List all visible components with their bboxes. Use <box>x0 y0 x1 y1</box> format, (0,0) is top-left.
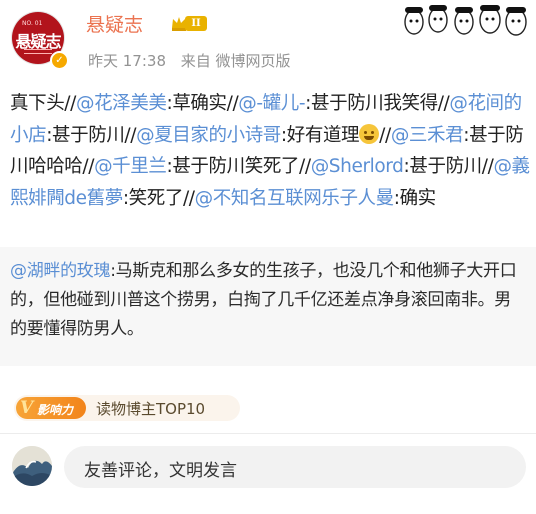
post-time: 昨天 17:38 <box>88 52 166 70</box>
author-name[interactable]: 悬疑志 <box>86 10 143 37</box>
influence-pill-text: 影响力 <box>37 403 74 417</box>
mention-link[interactable]: @夏目家的小诗哥 <box>136 125 281 146</box>
avatar-issue-text: NO. 01 <box>22 20 43 27</box>
post-text-segment: :好有道理 <box>280 124 360 146</box>
post-text-segment: :笑死了// <box>122 187 195 209</box>
post-text-segment: :甚于防川笑死了// <box>166 156 311 177</box>
post-header: NO. 01 悬疑志 ✓ 悬疑志 II 昨天 17:38 来自 微博网页版 <box>0 0 536 86</box>
post-source: 来自 微博网页版 <box>180 52 291 70</box>
comment-placeholder: 友善评论，文明发言 <box>84 461 237 481</box>
post-text-segment: :草确实// <box>166 93 239 114</box>
post-text-segment: :确实 <box>393 187 436 209</box>
post-text-segment: :甚于防川我笑得// <box>305 93 450 114</box>
post-text-segment: :甚于防川// <box>46 124 137 146</box>
divider <box>0 433 536 434</box>
mention-link[interactable]: @-罐儿- <box>238 93 305 114</box>
mention-link[interactable]: @花泽美美 <box>76 93 167 114</box>
laughing-tears-emoji-icon <box>359 123 380 144</box>
vip-level-badge[interactable]: II <box>170 12 212 34</box>
vip-level-text: II <box>185 16 207 31</box>
influence-v-icon: V <box>20 398 34 418</box>
post-text-segment: 真下头// <box>10 93 76 114</box>
post-content: 真下头//@花泽美美:草确实//@-罐儿-:甚于防川我笑得//@花间的小店:甚于… <box>10 88 530 214</box>
repost-mention[interactable]: @湖畔的玫瑰 <box>10 261 111 281</box>
mention-link[interactable]: @不知名互联网乐子人曼 <box>195 188 395 209</box>
repost-block[interactable]: @湖畔的玫瑰:马斯克和那么多女的生孩子，也没几个和他狮子大开口的，但他碰到川普这… <box>0 247 536 366</box>
verified-badge-icon: ✓ <box>50 51 69 70</box>
influence-label: 读物博主TOP10 <box>96 400 206 418</box>
post-meta: 昨天 17:38 来自 微博网页版 <box>88 50 301 71</box>
influence-pill: V 影响力 <box>16 397 86 419</box>
mention-link[interactable]: @千里兰 <box>94 156 167 177</box>
avatar-decoration <box>24 49 52 54</box>
influence-badge[interactable]: V 影响力 读物博主TOP10 <box>14 395 240 421</box>
decorative-sticker-icon <box>404 5 527 36</box>
mention-link[interactable]: @三禾君 <box>391 125 464 146</box>
mention-link[interactable]: @Sherlord <box>311 156 404 177</box>
repost-text: @湖畔的玫瑰:马斯克和那么多女的生孩子，也没几个和他狮子大开口的，但他碰到川普这… <box>10 257 526 344</box>
post-text-segment: // <box>379 124 391 146</box>
post-text-segment: :甚于防川// <box>403 156 494 177</box>
comment-input[interactable]: 友善评论，文明发言 <box>64 446 526 488</box>
wave-avatar-icon <box>12 446 52 486</box>
commenter-avatar[interactable] <box>12 446 52 486</box>
